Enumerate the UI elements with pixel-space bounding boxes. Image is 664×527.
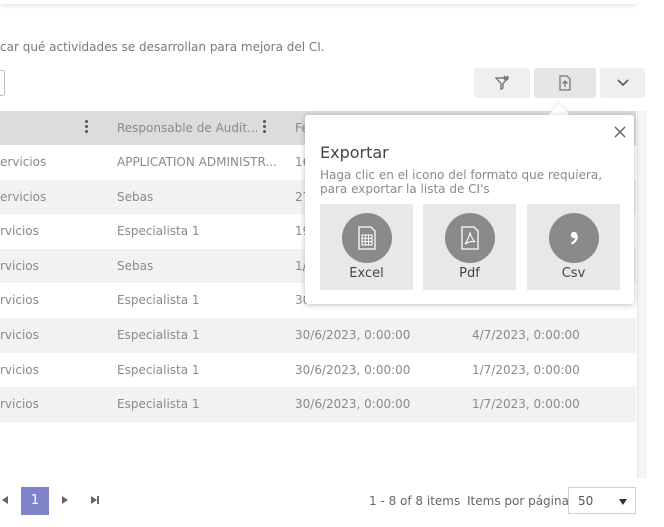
export-excel-button[interactable]: Excel — [320, 204, 413, 290]
file-export-icon — [558, 75, 572, 91]
cell-responsable: Especialista 1 — [117, 293, 200, 308]
cell-responsable: Sebas — [117, 189, 154, 204]
cell-servicio: ervicios — [0, 155, 47, 169]
cell-servicio: ervicios — [0, 189, 47, 204]
top-panel-shadow — [0, 0, 636, 4]
cell-responsable: Especialista 1 — [117, 397, 200, 412]
export-csv-button[interactable]: Csv — [527, 204, 620, 290]
table-row[interactable]: rvicios Especialista 1 30/6/2023, 0:00:0… — [0, 387, 636, 422]
export-csv-label: Csv — [561, 266, 586, 281]
cell-fecha: 30/6/2023, 0:00:00 — [295, 327, 411, 342]
previous-page-icon[interactable] — [2, 496, 8, 504]
pdf-icon — [445, 213, 495, 263]
cell-responsable: Especialista 1 — [117, 327, 200, 342]
next-page-icon[interactable] — [62, 496, 68, 504]
caret-down-icon — [619, 499, 627, 505]
export-pdf-label: Pdf — [459, 266, 480, 281]
cell-responsable: Sebas — [117, 258, 154, 273]
cell-responsable: Especialista 1 — [117, 224, 200, 239]
pager-info: 1 - 8 of 8 items — [369, 494, 461, 508]
cell-fecha-fin: 4/7/2023, 0:00:00 — [472, 327, 580, 342]
search-input[interactable] — [0, 70, 5, 96]
more-options-button[interactable] — [600, 68, 645, 98]
cell-servicio: rvicios — [0, 224, 39, 239]
cell-servicio: rvicios — [0, 397, 39, 412]
comma-icon — [549, 213, 599, 263]
page-number-current[interactable]: 1 — [21, 487, 49, 515]
cell-servicio: rvicios — [0, 362, 39, 377]
filter-clear-icon — [494, 75, 510, 91]
header-responsable[interactable]: Responsable de Audit... — [117, 121, 258, 135]
items-per-page-label: Items por página — [467, 494, 569, 508]
column-menu-icon[interactable] — [263, 120, 267, 135]
export-pdf-button[interactable]: Pdf — [423, 204, 516, 290]
pager: 1 1 - 8 of 8 items Items por página 50 — [0, 487, 664, 515]
chevron-down-icon — [616, 79, 629, 87]
cell-fecha: 30/6/2023, 0:00:00 — [295, 362, 411, 377]
column-menu-icon[interactable] — [85, 120, 89, 135]
cell-servicio: rvicios — [0, 293, 39, 308]
popover-title: Exportar — [320, 143, 389, 162]
popover-description: Haga clic en el icono del formato que re… — [320, 168, 603, 196]
items-per-page-value: 50 — [578, 494, 594, 508]
cell-responsable: APPLICATION ADMINISTR... — [117, 155, 277, 169]
cell-servicio: rvicios — [0, 327, 39, 342]
items-per-page-select[interactable]: 50 — [568, 487, 636, 514]
cell-fecha-fin: 1/7/2023, 0:00:00 — [472, 362, 580, 377]
table-row[interactable]: rvicios Especialista 1 30/6/2023, 0:00:0… — [0, 317, 636, 353]
export-popover: Exportar Haga clic en el icono del forma… — [305, 115, 634, 304]
cell-fecha: 30/6/2023, 0:00:00 — [295, 397, 411, 412]
export-excel-label: Excel — [349, 266, 384, 281]
cell-servicio: rvicios — [0, 258, 39, 273]
cell-responsable: Especialista 1 — [117, 362, 200, 377]
table-scrollbar[interactable] — [637, 111, 647, 478]
page-description: car qué actividades se desarrollan para … — [0, 40, 325, 54]
close-icon[interactable] — [614, 123, 626, 138]
table-row[interactable]: rvicios Especialista 1 30/6/2023, 0:00:0… — [0, 353, 636, 388]
export-button[interactable] — [534, 68, 596, 98]
clear-filter-button[interactable] — [474, 68, 530, 98]
cell-fecha-fin: 1/7/2023, 0:00:00 — [472, 397, 580, 412]
spreadsheet-icon — [342, 213, 392, 263]
